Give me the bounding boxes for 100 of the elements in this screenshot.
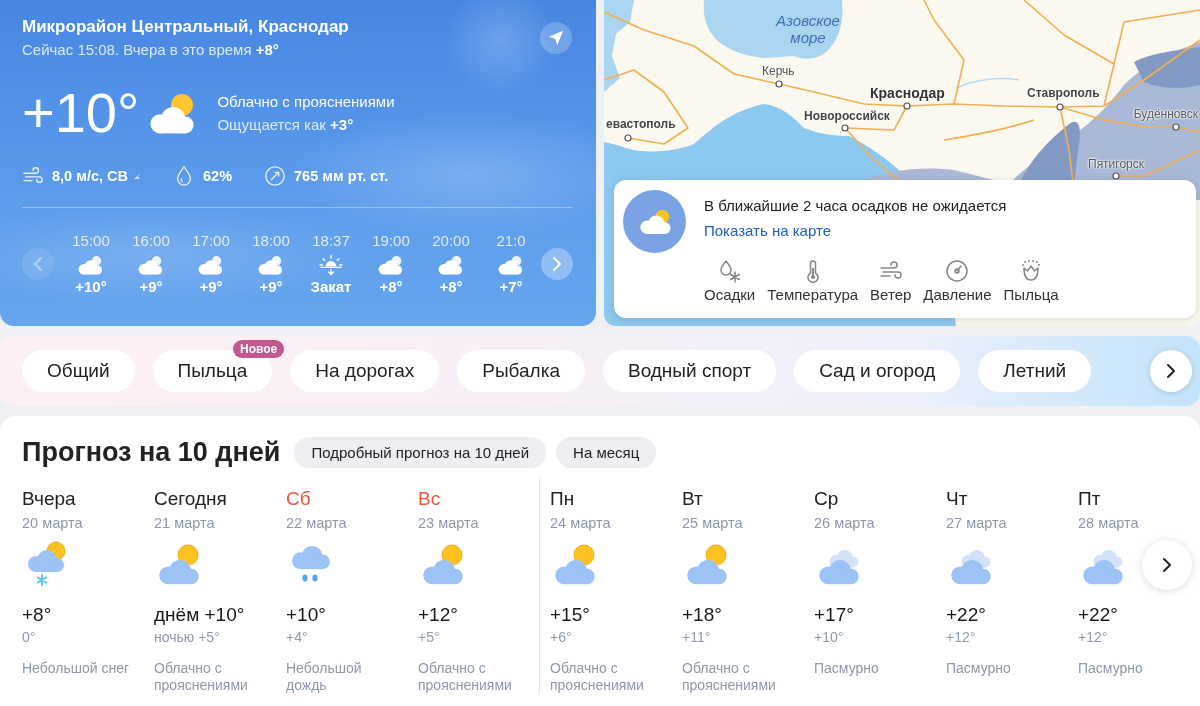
chevron-left-icon [33,256,43,272]
day-date: 20 марта [22,514,84,532]
day-temperature: днём +10° [154,604,246,626]
sun-cloud-icon [257,254,285,276]
month-forecast-button[interactable]: На месяц [556,437,657,468]
sunset-label: Закат [310,278,352,296]
hour-temperature: +10° [75,278,107,296]
chevron-right-icon [1166,363,1176,379]
category-tab[interactable]: Летний [978,350,1092,392]
day-date: 26 марта [814,514,876,532]
detailed-forecast-button[interactable]: Подробный прогноз на 10 дней [294,437,547,468]
hour-temperature: +9° [139,278,163,296]
location-title: Микрорайон Центральный, Краснодар [22,17,349,37]
hour-time: 21:0 [496,232,526,250]
day-name: Сб [286,488,312,510]
map-label: Пятигорск [1088,157,1145,171]
day-temperature: +10° [286,604,327,626]
wind-speed: 8,0 м/с, СВ [52,168,128,184]
gauge-icon [945,259,970,283]
sun-cloud-icon [623,190,686,253]
night-temperature: +5° [418,629,441,646]
day-temperature: +18° [682,604,723,626]
time-info: Сейчас 15:08. Вчера в это время +8° [22,41,280,59]
forecast-title: Прогноз на 10 дней [22,437,281,468]
night-temperature: ночью +5° [154,629,221,646]
day-condition: Небольшой дождь [286,660,363,694]
hour-temperature: +8° [439,278,463,296]
day-name: Сегодня [154,488,228,510]
sunset-icon [317,254,345,276]
chevron-right-icon [552,256,562,272]
hour-temperature: +9° [199,278,223,296]
night-temperature: +11° [682,629,712,646]
sun-cloud-icon [197,254,225,276]
new-badge: Новое [233,340,285,358]
current-temperature: +10° [22,83,140,143]
night-temperature: +10° [814,629,845,646]
pressure-gauge-icon [264,165,287,187]
day-temperature: +15° [550,604,591,626]
location-button[interactable] [540,22,572,54]
sun-cloud-icon [77,254,105,276]
day-temperature: +17° [814,604,855,626]
day-date: 28 марта [1078,514,1140,532]
temperature-layer-button[interactable]: Температура [767,259,859,304]
hour-time: 17:00 [192,232,230,250]
current-condition: Облачно с прояснениями [217,92,395,111]
sun-cloud-icon [497,254,525,276]
day-temperature: +22° [1078,604,1119,626]
day-condition: Пасмурно [814,660,880,677]
night-temperature: +12° [946,629,977,646]
hour-time: 19:00 [372,232,410,250]
night-temperature: +12° [1078,629,1109,646]
night-temperature: +4° [286,629,309,646]
day-date: 21 марта [154,514,216,532]
category-tab[interactable]: На дорогах [290,350,440,392]
day-date: 25 марта [682,514,744,532]
day-temperature: +8° [22,604,53,626]
pressure-layer-button[interactable]: Давление [923,259,992,304]
day-name: Вс [418,488,442,510]
map-label: Керчь [762,64,795,78]
map-label: Азовское море [774,12,841,46]
category-tab[interactable]: Водный спорт [602,350,777,392]
day-condition: Облачно с прояснениями [418,660,513,694]
map-label: Будённовск [1133,107,1198,121]
map-label: Краснодар [870,85,945,101]
day-temperature: +22° [946,604,987,626]
day-name: Чт [946,488,969,510]
day-name: Вт [682,488,704,510]
precipitation-message: В ближайшие 2 часа осадков не ожидается [704,197,1008,215]
day-temperature: +12° [418,604,459,626]
category-tab[interactable]: Общий [22,350,135,392]
humidity: 62% [203,168,233,184]
night-temperature: +6° [550,629,573,646]
wind-layer-button[interactable]: Ветер [870,259,912,304]
feels-like: Ощущается как +3° [217,115,355,134]
day-condition: Пасмурно [1078,660,1144,677]
day-condition: Облачно с прояснениями [154,660,249,694]
map-label: Ставрополь [1027,86,1100,100]
pollen-layer-button[interactable]: Пыльца [1003,259,1059,304]
pressure: 765 мм рт. ст. [294,168,389,184]
wind-direction-icon [133,172,141,180]
day-date: 24 марта [550,514,612,532]
day-name: Пт [1078,488,1102,510]
category-tab[interactable]: Сад и огород [794,350,961,392]
show-on-map-link[interactable]: Показать на карте [704,222,832,239]
hour-temperature: +8° [379,278,403,296]
night-temperature: 0° [22,629,37,646]
day-name: Пн [550,488,576,510]
day-name: Вчера [22,488,77,510]
precipitation-layer-button[interactable]: Осадки [704,259,756,304]
chevron-right-icon [1162,557,1172,573]
day-condition: Облачно с прояснениями [550,660,645,694]
hour-time: 18:37 [312,232,350,250]
category-tab[interactable]: Рыбалка [457,350,585,392]
day-condition: Небольшой снег [22,660,131,677]
hour-time: 16:00 [132,232,170,250]
sun-cloud-icon [437,254,465,276]
map-label: евастополь [606,117,676,131]
scroll-right-button[interactable] [1150,350,1192,392]
day-condition: Облачно с прояснениями [682,660,777,694]
hour-time: 18:00 [252,232,290,250]
